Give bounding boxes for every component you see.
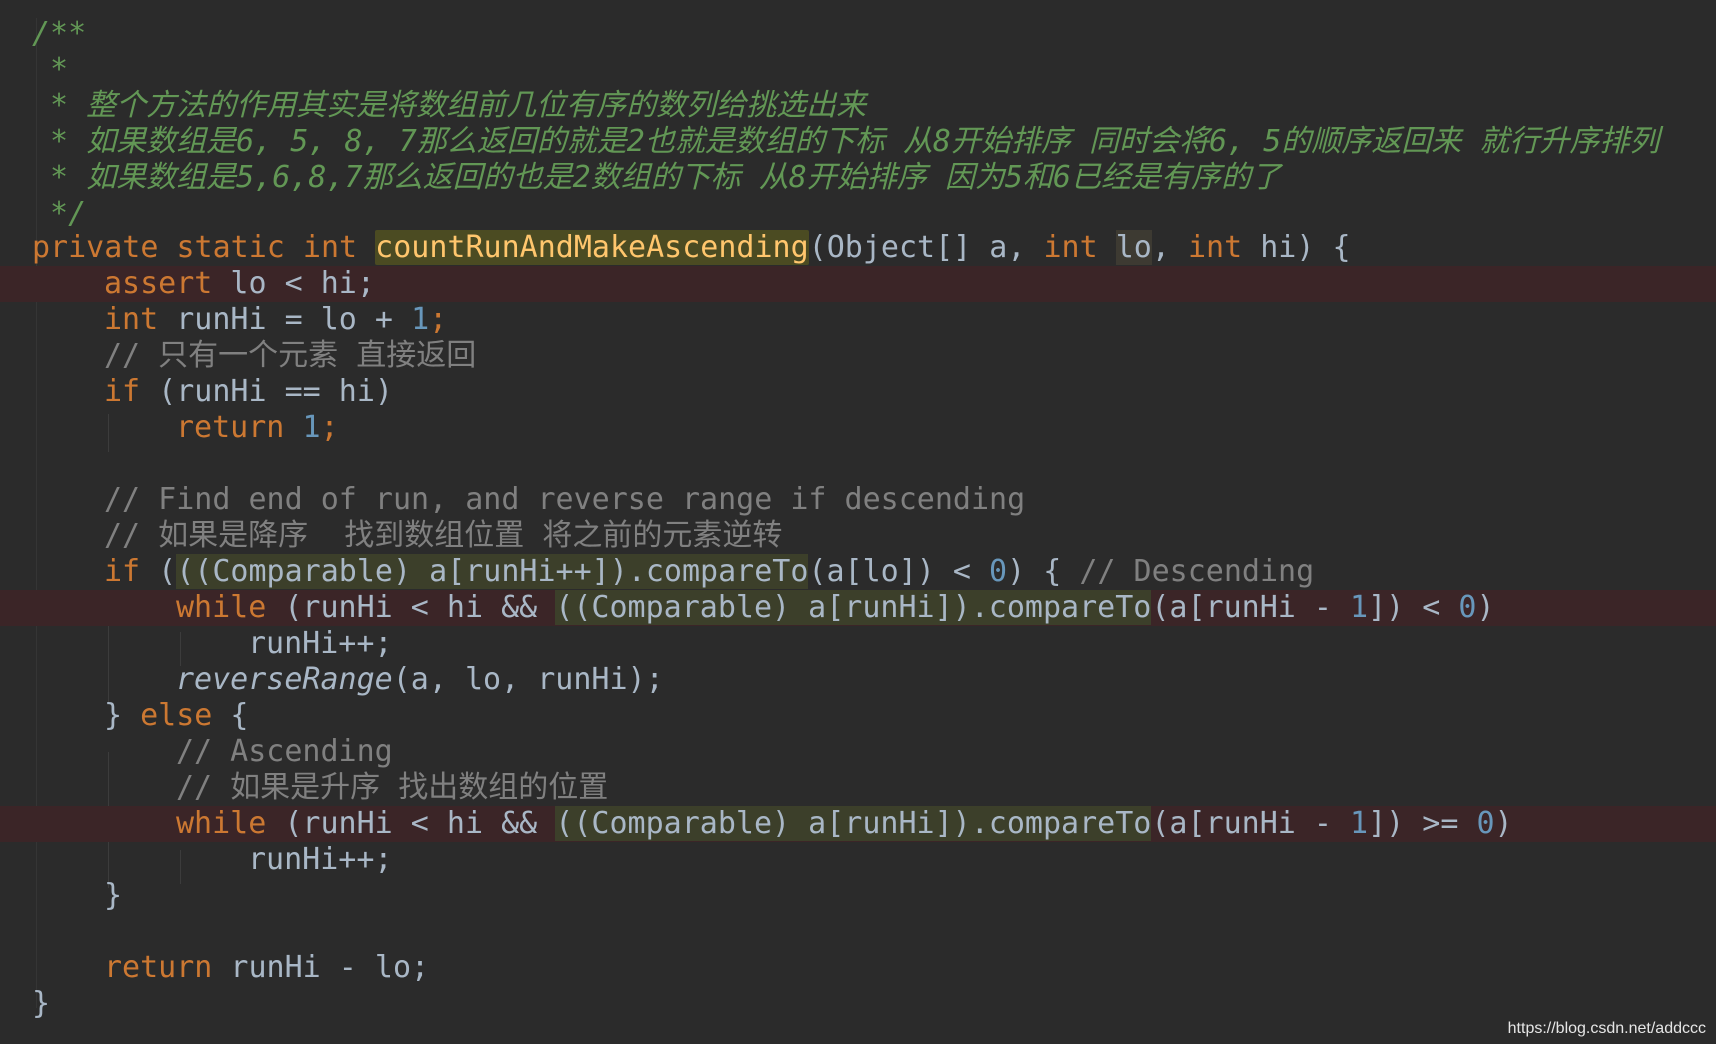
closing-brace: } <box>104 878 123 913</box>
number-literal: 0 <box>1458 590 1477 625</box>
number-literal: 0 <box>989 554 1008 589</box>
code-line-2[interactable]: * <box>0 52 1716 88</box>
code-text: } <box>104 698 141 733</box>
code-line-7[interactable]: private static int countRunAndMakeAscend… <box>0 230 1716 266</box>
warning-highlight[interactable]: ((Comparable) a[runHi++]).compareTo <box>176 554 809 589</box>
line-comment: // 只有一个元素 直接返回 <box>104 338 477 373</box>
code-editor[interactable]: /** * * 整个方法的作用其实是将数组前几位有序的数列给挑选出来 * 如果数… <box>0 0 1716 1044</box>
code-line-18[interactable]: runHi++; <box>0 626 1716 662</box>
keyword: int <box>1043 230 1098 265</box>
static-method-call[interactable]: reverseRange <box>176 662 393 697</box>
keyword: if <box>104 554 141 589</box>
code-line-12[interactable]: return 1; <box>0 410 1716 446</box>
keyword: int <box>1187 230 1243 265</box>
code-line-24[interactable]: runHi++; <box>0 842 1716 878</box>
keyword: private static int <box>32 230 358 265</box>
code-text: ) { <box>1007 554 1080 589</box>
keyword: while <box>176 806 267 841</box>
code-line-11[interactable]: if (runHi == hi) <box>0 374 1716 410</box>
code-text: (a[runHi - <box>1151 590 1351 625</box>
keyword: if <box>104 374 141 409</box>
doc-comment: * <box>32 52 69 87</box>
code-line-16[interactable]: if (((Comparable) a[runHi++]).compareTo(… <box>0 554 1716 590</box>
code-line-9[interactable]: int runHi = lo + 1; <box>0 302 1716 338</box>
doc-comment: */ <box>32 196 87 231</box>
keyword: while <box>176 590 267 625</box>
code-line-3[interactable]: * 整个方法的作用其实是将数组前几位有序的数列给挑选出来 <box>0 88 1716 124</box>
code-line-5[interactable]: * 如果数组是5,6,8,7那么返回的也是2数组的下标 从8开始排序 因为5和6… <box>0 160 1716 196</box>
code-line-14[interactable]: // Find end of run, and reverse range if… <box>0 482 1716 518</box>
code-line-19[interactable]: reverseRange(a, lo, runHi); <box>0 662 1716 698</box>
code-line-25[interactable]: } <box>0 878 1716 914</box>
line-comment: // 如果是升序 找出数组的位置 <box>176 770 609 805</box>
code-text: ]) >= <box>1368 806 1477 841</box>
number-literal: 1 <box>1350 590 1369 625</box>
doc-comment: * 整个方法的作用其实是将数组前几位有序的数列给挑选出来 <box>32 88 867 123</box>
keyword: int <box>104 302 159 337</box>
method-name[interactable]: countRunAndMakeAscending <box>375 230 809 265</box>
number-literal: 1 <box>1350 806 1369 841</box>
closing-brace: } <box>32 986 51 1021</box>
code-text: (a[runHi - <box>1151 806 1351 841</box>
number-literal: 0 <box>1476 806 1495 841</box>
line-comment: // 如果是降序 找到数组位置 将之前的元素逆转 <box>104 518 783 553</box>
warning-highlight[interactable]: ((Comparable) a[runHi]).compareTo <box>555 590 1152 625</box>
code-line-8[interactable]: assert lo < hi; <box>0 266 1716 302</box>
code-text: (runHi < hi && <box>266 806 556 841</box>
number-literal: 1 <box>411 302 430 337</box>
code-line-20[interactable]: } else { <box>0 698 1716 734</box>
code-line-28[interactable]: } <box>0 986 1716 1022</box>
code-text: runHi++; <box>248 842 393 877</box>
code-line-1[interactable]: /** <box>0 16 1716 52</box>
doc-comment: /** <box>32 16 87 51</box>
code-text: ) <box>1494 806 1513 841</box>
warning-highlight[interactable]: ((Comparable) a[runHi]).compareTo <box>555 806 1152 841</box>
method-signature: private static int countRunAndMakeAscend… <box>32 230 1351 266</box>
code-text: runHi - lo; <box>212 950 430 985</box>
code-line-23[interactable]: while (runHi < hi && ((Comparable) a[run… <box>0 806 1716 842</box>
code-text: ]) < <box>1368 590 1459 625</box>
code-text: ) <box>1476 590 1495 625</box>
params: (Object[] a, <box>808 230 1044 265</box>
code-line-4[interactable]: * 如果数组是6, 5, 8, 7那么返回的就是2也就是数组的下标 从8开始排序… <box>0 124 1716 160</box>
code-text: (a[lo]) < <box>808 554 990 589</box>
code-line-22[interactable]: // 如果是升序 找出数组的位置 <box>0 770 1716 806</box>
keyword: return <box>176 410 285 445</box>
code-text: runHi++; <box>248 626 393 661</box>
code-text: runHi = lo + <box>158 302 412 337</box>
code-line-10[interactable]: // 只有一个元素 直接返回 <box>0 338 1716 374</box>
doc-comment: * 如果数组是5,6,8,7那么返回的也是2数组的下标 从8开始排序 因为5和6… <box>32 160 1281 195</box>
code-text: (a, lo, runHi); <box>392 662 664 697</box>
params: , <box>1151 230 1188 265</box>
code-line-6[interactable]: */ <box>0 196 1716 232</box>
keyword: return <box>104 950 213 985</box>
code-text: lo < hi; <box>212 266 375 301</box>
code-text: ( <box>140 554 177 589</box>
code-line-21[interactable]: // Ascending <box>0 734 1716 770</box>
code-text: (runHi < hi && <box>266 590 556 625</box>
keyword: else <box>140 698 213 733</box>
code-line-15[interactable]: // 如果是降序 找到数组位置 将之前的元素逆转 <box>0 518 1716 554</box>
code-text: { <box>212 698 249 733</box>
number-literal: 1 <box>302 410 321 445</box>
code-text: (runHi == hi) <box>140 374 393 409</box>
semicolon: ; <box>429 302 448 337</box>
params: hi) { <box>1242 230 1351 265</box>
doc-comment: * 如果数组是6, 5, 8, 7那么返回的就是2也就是数组的下标 从8开始排序… <box>32 124 1660 159</box>
line-comment: // Find end of run, and reverse range if… <box>104 482 1026 517</box>
code-line-27[interactable]: return runHi - lo; <box>0 950 1716 986</box>
semicolon: ; <box>320 410 339 445</box>
code-line-17[interactable]: while (runHi < hi && ((Comparable) a[run… <box>0 590 1716 626</box>
watermark: https://blog.csdn.net/addccc <box>1507 1020 1706 1037</box>
highlighted-variable[interactable]: lo <box>1115 230 1152 265</box>
line-comment: // Ascending <box>176 734 393 769</box>
line-comment: // Descending <box>1079 554 1315 589</box>
keyword: assert <box>104 266 213 301</box>
